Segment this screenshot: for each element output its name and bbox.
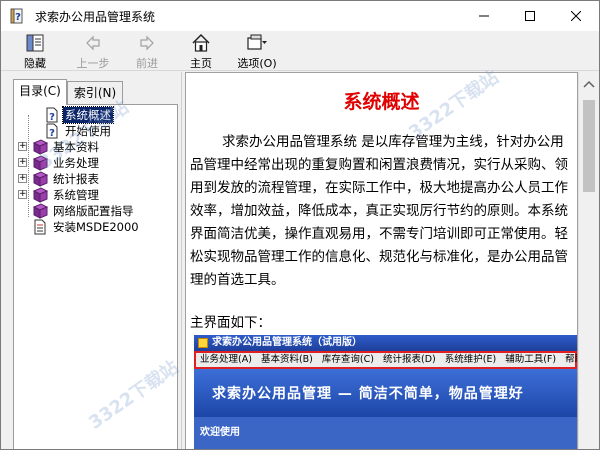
tree-item-basic-data[interactable]: + 基本资料 bbox=[18, 139, 168, 155]
svg-text:?: ? bbox=[15, 12, 21, 23]
tree-item-label: 开始使用 bbox=[65, 124, 111, 138]
hide-pane-icon bbox=[26, 34, 44, 52]
page-title: 系统概述 bbox=[343, 91, 420, 113]
book-icon bbox=[32, 155, 48, 171]
hide-button[interactable]: 隐藏 bbox=[15, 32, 55, 70]
embedded-title-bar: 求索办公用品管理系统（试用版） bbox=[194, 335, 577, 351]
app-window: ? 求索办公用品管理系统 隐藏 上一步 前进 主页 选项(O) 目录(C) 索引… bbox=[0, 0, 600, 450]
document-icon bbox=[34, 219, 46, 235]
help-page-icon: ? bbox=[46, 123, 58, 139]
embedded-welcome-text: 欢迎使用 bbox=[200, 427, 240, 438]
options-button[interactable]: 选项(O) bbox=[231, 32, 283, 70]
minimize-icon bbox=[479, 15, 489, 17]
expand-plus-icon[interactable]: + bbox=[18, 174, 27, 183]
options-button-label: 选项(O) bbox=[237, 57, 277, 70]
tree-item-label: 系统管理 bbox=[53, 188, 99, 202]
options-icon bbox=[247, 34, 267, 50]
tab-contents[interactable]: 目录(C) bbox=[13, 79, 67, 105]
tree-item-business[interactable]: + 业务处理 bbox=[18, 155, 168, 171]
home-button[interactable]: 主页 bbox=[179, 32, 223, 70]
embedded-menu-item: 库存查询(C) bbox=[321, 354, 374, 365]
navigation-pane: 目录(C) 索引(N) ? 系统概述 ? 开始使用 + 基本资料 + 业务处理 … bbox=[1, 72, 181, 449]
book-icon bbox=[32, 187, 48, 203]
embedded-menu-item: 系统维护(E) bbox=[444, 354, 497, 365]
scrollbar-thumb[interactable] bbox=[583, 100, 595, 192]
tree-item-network-config[interactable]: 网络版配置指导 bbox=[18, 203, 173, 219]
tree-item-label: 基本资料 bbox=[53, 140, 99, 154]
embedded-menu-item: 帮助(H) bbox=[565, 354, 577, 365]
tab-contents-label: 目录(C) bbox=[19, 84, 61, 98]
tree-item-overview[interactable]: ? 系统概述 bbox=[18, 106, 168, 124]
help-book-icon: ? bbox=[10, 8, 23, 24]
embedded-banner-text: 求索办公用品管理 — 简洁不简单，物品管理好 bbox=[212, 386, 524, 402]
embedded-title: 求索办公用品管理系统（试用版） bbox=[212, 337, 362, 348]
book-icon bbox=[32, 171, 48, 187]
hide-button-label: 隐藏 bbox=[24, 57, 46, 70]
tree-item-label: 安装MSDE2000 bbox=[53, 220, 139, 234]
tree-item-system-admin[interactable]: + 系统管理 bbox=[18, 187, 168, 203]
tree-item-label: 网络版配置指导 bbox=[53, 204, 134, 218]
help-content-pane: 系统概述 求索办公用品管理系统 是以库存管理为主线，针对办公用品管理中经常出现的… bbox=[185, 72, 578, 449]
forward-arrow-icon bbox=[140, 35, 154, 51]
minimize-button[interactable] bbox=[461, 1, 507, 31]
embedded-menu-item: 辅助工具(F) bbox=[505, 354, 557, 365]
close-button[interactable] bbox=[553, 1, 599, 31]
toolbar: 隐藏 上一步 前进 主页 选项(O) bbox=[1, 31, 599, 71]
help-page-icon: ? bbox=[46, 107, 58, 123]
embedded-banner: 求索办公用品管理 — 简洁不简单，物品管理好 bbox=[194, 369, 577, 417]
main-interface-screenshot: 求索办公用品管理系统（试用版） 业务处理(A) 基本资料(B) 库存查询(C) … bbox=[194, 335, 577, 449]
expand-plus-icon[interactable]: + bbox=[18, 190, 27, 199]
back-button-label: 上一步 bbox=[76, 57, 110, 70]
book-icon bbox=[32, 203, 48, 219]
maximize-button[interactable] bbox=[507, 1, 553, 31]
book-icon bbox=[32, 139, 48, 155]
embedded-menu-bar: 业务处理(A) 基本资料(B) 库存查询(C) 统计报表(D) 系统维护(E) … bbox=[194, 351, 577, 369]
expand-plus-icon[interactable]: + bbox=[18, 142, 27, 151]
contents-tree[interactable]: ? 系统概述 ? 开始使用 + 基本资料 + 业务处理 + 统计报表 + 系统管… bbox=[13, 104, 178, 449]
home-icon bbox=[192, 33, 210, 52]
forward-button[interactable]: 前进 bbox=[123, 32, 171, 70]
back-arrow-icon bbox=[86, 35, 100, 51]
tab-index-label: 索引(N) bbox=[73, 86, 117, 100]
svg-text:?: ? bbox=[49, 112, 55, 123]
tree-item-reports[interactable]: + 统计报表 bbox=[18, 171, 168, 187]
tree-item-install-msde[interactable]: 安装MSDE2000 bbox=[18, 219, 168, 235]
vertical-scrollbar[interactable] bbox=[578, 72, 599, 449]
tree-item-label: 系统概述 bbox=[62, 106, 114, 124]
overview-paragraph: 求索办公用品管理系统 是以库存管理为主线，针对办公用品管理中经常出现的重复购置和… bbox=[190, 134, 568, 288]
svg-text:?: ? bbox=[49, 128, 55, 139]
forward-button-label: 前进 bbox=[136, 57, 158, 70]
expand-plus-icon[interactable]: + bbox=[18, 158, 27, 167]
embedded-menu-item: 基本资料(B) bbox=[260, 354, 313, 365]
tree-item-getting-started[interactable]: ? 开始使用 bbox=[18, 123, 168, 139]
tab-index[interactable]: 索引(N) bbox=[67, 81, 123, 105]
title-bar[interactable]: ? 求索办公用品管理系统 bbox=[1, 1, 599, 31]
embedded-lower-area bbox=[194, 417, 577, 449]
embedded-menu-item: 统计报表(D) bbox=[383, 354, 436, 365]
maximize-icon bbox=[525, 11, 535, 21]
app-mini-icon bbox=[198, 338, 208, 348]
main-interface-heading: 主界面如下： bbox=[190, 315, 271, 331]
tree-item-label: 统计报表 bbox=[53, 172, 99, 186]
scroll-up-arrow-icon[interactable] bbox=[583, 80, 595, 88]
home-button-label: 主页 bbox=[190, 57, 212, 70]
embedded-menu-item: 业务处理(A) bbox=[200, 354, 252, 365]
tree-item-label: 业务处理 bbox=[53, 156, 99, 170]
window-title: 求索办公用品管理系统 bbox=[35, 10, 156, 24]
back-button[interactable]: 上一步 bbox=[69, 32, 117, 70]
close-icon bbox=[571, 11, 581, 21]
